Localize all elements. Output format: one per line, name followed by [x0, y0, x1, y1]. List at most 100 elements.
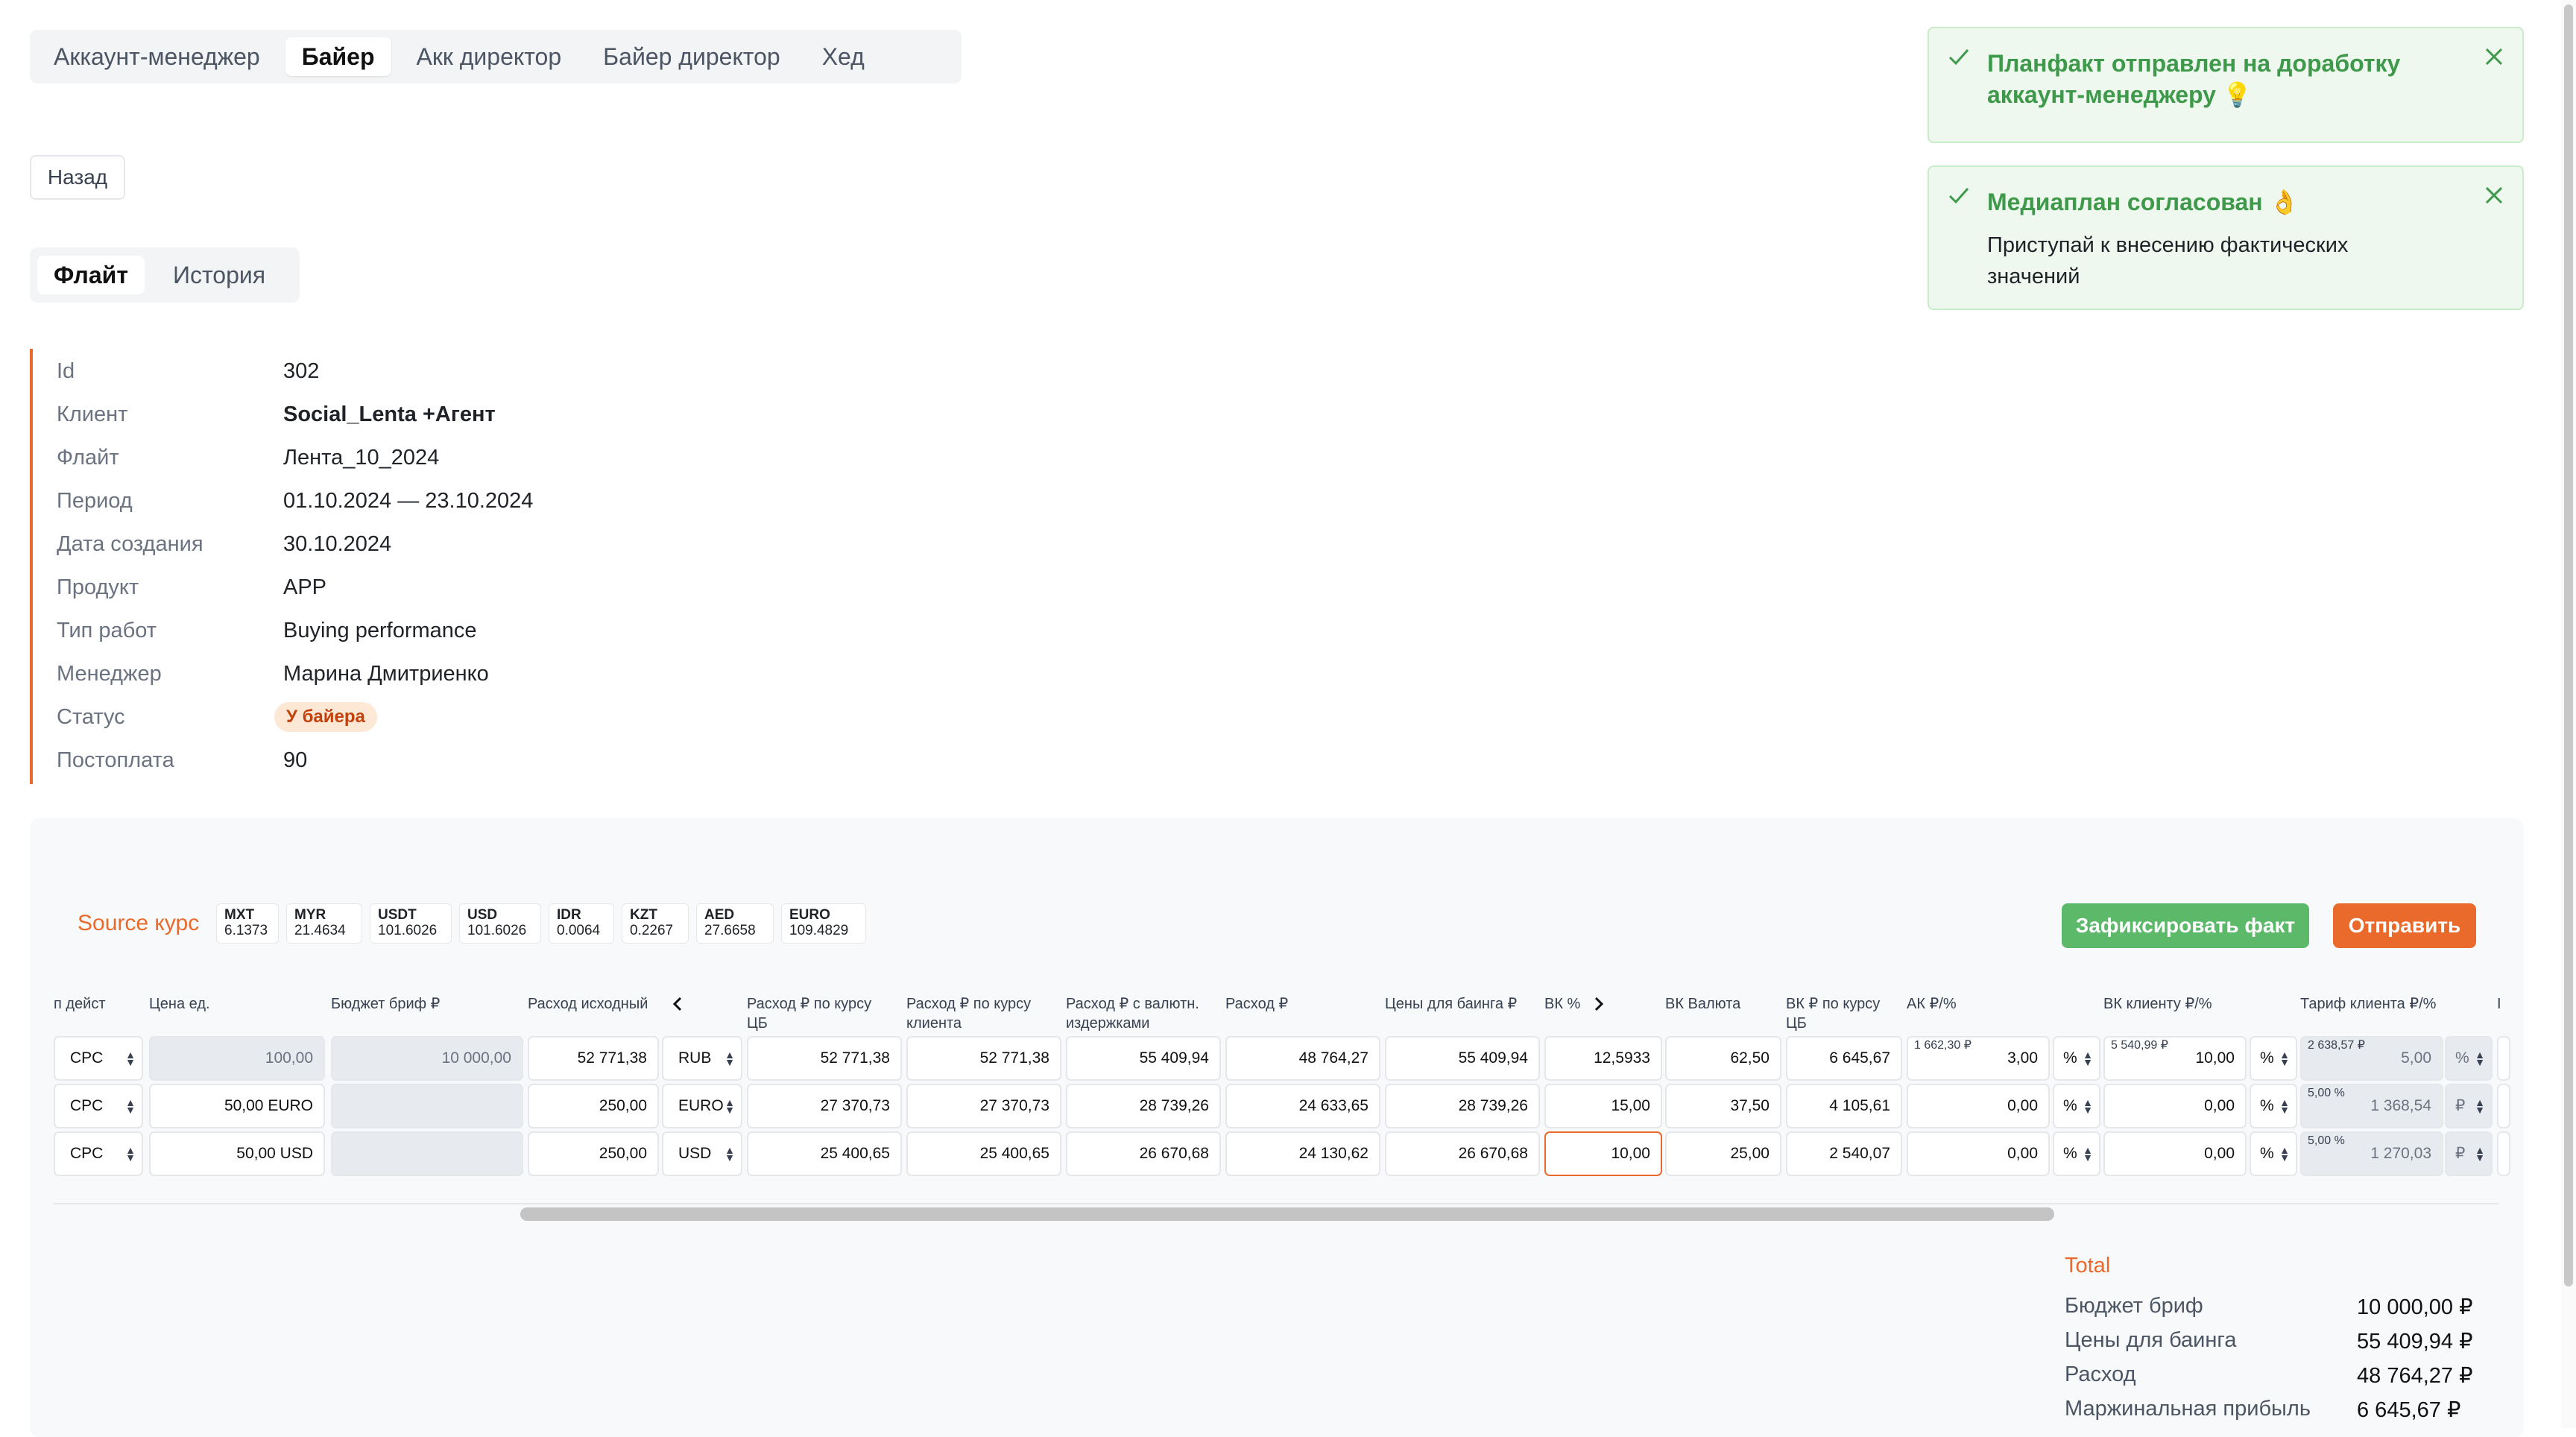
- total-value: 6 645,67 ₽: [2357, 1398, 2461, 1422]
- cell-value: 62,50: [1730, 1049, 1770, 1067]
- cell-value: 0,00: [2204, 1145, 2235, 1162]
- close-icon[interactable]: [2482, 45, 2506, 69]
- currency-select[interactable]: EURO ▲ ▼: [662, 1084, 742, 1128]
- unit-price-field[interactable]: 100,00: [149, 1036, 325, 1081]
- unit-price-field[interactable]: 50,00 USD: [149, 1131, 325, 1176]
- vk-pct-input[interactable]: 12,5933: [1544, 1036, 1662, 1081]
- rate-code: IDR: [557, 907, 581, 923]
- sort-arrows-icon: ▲ ▼: [2475, 1144, 2485, 1163]
- ak-input[interactable]: 1 662,30 ₽ 3,00: [1907, 1036, 2050, 1081]
- col-header-next: I: [2497, 996, 2501, 1012]
- vk-client-unit-select[interactable]: % ▲ ▼: [2250, 1131, 2297, 1176]
- client-tariff-field: 5,00 % 1 368,54: [2300, 1084, 2443, 1128]
- cell-value: ₽: [2455, 1145, 2466, 1162]
- info-label: Id: [57, 359, 75, 383]
- rate-code: USD: [467, 907, 498, 923]
- rate-value: 0.2267: [630, 923, 674, 938]
- action-select[interactable]: CPC ▲ ▼: [54, 1131, 143, 1176]
- cell-value: 1 270,03: [2370, 1145, 2431, 1162]
- cell-value: 250,00: [599, 1097, 647, 1114]
- close-icon[interactable]: [2482, 183, 2506, 207]
- tab-account-manager[interactable]: Аккаунт-менеджер: [37, 37, 277, 76]
- sub-tabs: Флайт История: [30, 247, 300, 303]
- rate-chip: IDR 0.0064: [549, 903, 614, 944]
- next-column-cell: [2497, 1036, 2510, 1081]
- tab-buyer[interactable]: Байер: [285, 37, 391, 76]
- col-header-client-tariff: Тариф клиента ₽/%: [2300, 996, 2437, 1012]
- horizontal-scrollbar[interactable]: [520, 1207, 2054, 1221]
- tab-history[interactable]: История: [157, 256, 282, 294]
- cell-value: 25 400,65: [820, 1145, 890, 1162]
- info-value: Social_Lenta +Агент: [283, 402, 496, 426]
- vk-client-unit-select[interactable]: % ▲ ▼: [2250, 1036, 2297, 1081]
- cell-value: %: [2063, 1097, 2077, 1114]
- vk-client-unit-select[interactable]: % ▲ ▼: [2250, 1084, 2297, 1128]
- cell-value: %: [2260, 1097, 2274, 1114]
- vk-client-input[interactable]: 0,00: [2103, 1084, 2247, 1128]
- spend-rub-field: 48 764,27: [1225, 1036, 1380, 1081]
- source-spend-input[interactable]: 52 771,38: [528, 1036, 659, 1081]
- info-value: 90: [283, 748, 308, 772]
- total-label: Цены для баинга: [2065, 1328, 2237, 1352]
- vk-client-input[interactable]: 5 540,99 ₽ 10,00: [2103, 1036, 2247, 1081]
- toast-title-line: аккаунт-менеджеру 💡: [1987, 81, 2253, 108]
- toast-mediaplan-approved: Медиаплан согласован 👌 Приступай к внесе…: [1928, 165, 2524, 310]
- rate-code: USDT: [378, 907, 417, 923]
- tab-head[interactable]: Хед: [806, 37, 881, 76]
- spend-client-field: 52 771,38: [906, 1036, 1061, 1081]
- cell-value: 28 739,26: [1139, 1097, 1209, 1114]
- unit-price-field[interactable]: 50,00 EURO: [149, 1084, 325, 1128]
- cell-value: 52 771,38: [577, 1049, 647, 1067]
- ak-input[interactable]: 0,00: [1907, 1084, 2050, 1128]
- currency-select[interactable]: RUB ▲ ▼: [662, 1036, 742, 1081]
- sort-arrows-icon: ▲ ▼: [724, 1049, 735, 1068]
- rate-code: MYR: [294, 907, 326, 923]
- cell-hint: 1 662,30 ₽: [1914, 1039, 1972, 1052]
- cell-value: 0,00: [2204, 1097, 2235, 1114]
- source-spend-input[interactable]: 250,00: [528, 1084, 659, 1128]
- cell-value: ₽: [2455, 1097, 2466, 1114]
- ak-unit-select[interactable]: % ▲ ▼: [2053, 1036, 2100, 1081]
- chevron-right-icon[interactable]: [1591, 996, 1606, 1012]
- cell-value: CPC: [70, 1097, 104, 1114]
- vk-client-input[interactable]: 0,00: [2103, 1131, 2247, 1176]
- ak-unit-select[interactable]: % ▲ ▼: [2053, 1084, 2100, 1128]
- send-button[interactable]: Отправить: [2333, 903, 2476, 948]
- cell-value: CPC: [70, 1049, 104, 1067]
- cell-value: 52 771,38: [820, 1049, 890, 1067]
- action-select[interactable]: CPC ▲ ▼: [54, 1036, 143, 1081]
- currency-select[interactable]: USD ▲ ▼: [662, 1131, 742, 1176]
- toast-sent-for-revision: Планфакт отправлен на доработку аккаунт-…: [1928, 27, 2524, 143]
- spend-fx-field: 55 409,94: [1066, 1036, 1221, 1081]
- spend-rub-field: 24 130,62: [1225, 1131, 1380, 1176]
- info-value: Buying performance: [283, 619, 477, 642]
- ak-unit-select[interactable]: % ▲ ▼: [2053, 1131, 2100, 1176]
- info-label: Клиент: [57, 402, 128, 426]
- page-scrollbar[interactable]: [2564, 4, 2573, 1286]
- source-spend-input[interactable]: 250,00: [528, 1131, 659, 1176]
- toast-title: Планфакт отправлен на доработку аккаунт-…: [1987, 48, 2400, 110]
- chevron-left-icon[interactable]: [671, 996, 686, 1012]
- tab-buyer-director[interactable]: Байер директор: [587, 37, 797, 76]
- sort-arrows-icon: ▲ ▼: [2475, 1049, 2485, 1068]
- toast-description: Приступай к внесению фактических значени…: [1987, 230, 2348, 292]
- spend-client-field: 25 400,65: [906, 1131, 1061, 1176]
- vk-cb-field: 6 645,67: [1786, 1036, 1902, 1081]
- tab-account-director[interactable]: Акк директор: [400, 37, 578, 76]
- status-badge: У байера: [274, 702, 377, 732]
- cell-value: %: [2063, 1049, 2077, 1067]
- vk-pct-input[interactable]: 10,00: [1544, 1131, 1662, 1176]
- fix-fact-button[interactable]: Зафиксировать факт: [2062, 903, 2309, 948]
- col-header-spend-cb: Расход ₽ по курсу ЦБ: [747, 994, 871, 1033]
- spend-cb-field: 52 771,38: [747, 1036, 902, 1081]
- rate-chip: MYR 21.4634: [286, 903, 362, 944]
- vk-pct-input[interactable]: 15,00: [1544, 1084, 1662, 1128]
- col-header-line: ВК ₽ по курсу: [1786, 996, 1881, 1012]
- tab-flight[interactable]: Флайт: [37, 256, 145, 294]
- action-select[interactable]: CPC ▲ ▼: [54, 1084, 143, 1128]
- back-button[interactable]: Назад: [30, 155, 125, 200]
- rate-code: MXT: [224, 907, 255, 923]
- rate-value: 109.4829: [789, 923, 849, 938]
- ak-input[interactable]: 0,00: [1907, 1131, 2050, 1176]
- toast-desc-line: Приступай к внесению фактических: [1987, 233, 2349, 257]
